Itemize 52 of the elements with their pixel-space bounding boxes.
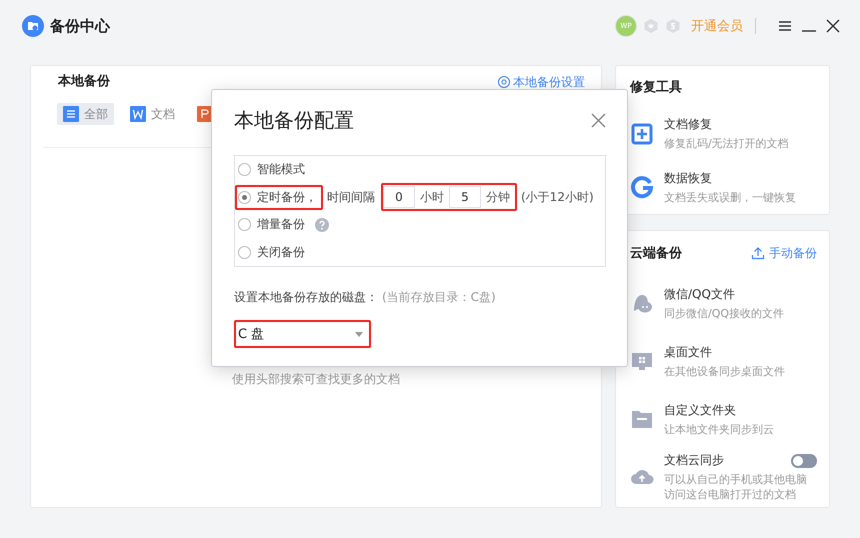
caret-icon — [355, 332, 363, 336]
crown-badge-icon — [643, 18, 659, 34]
section-title: 云端备份 — [630, 245, 683, 262]
item-description: 同步微信/QQ接收的文件 — [664, 306, 786, 320]
radio-option[interactable]: 定时备份， — [235, 184, 323, 210]
section-title: 本地备份 — [58, 75, 111, 89]
filter-tab[interactable]: 文档 — [124, 103, 181, 125]
interval-label: 时间间隔 — [327, 188, 375, 206]
menu-button[interactable] — [778, 19, 792, 33]
disk-label: 设置本地备份存放的磁盘： — [234, 289, 378, 306]
menu-icon — [778, 19, 792, 33]
section-title: 修复工具 — [630, 79, 683, 96]
empty-hint: 使用头部搜索可查找更多的文档 — [231, 371, 401, 388]
item-title[interactable]: 数据恢复 — [664, 170, 712, 187]
document-icon — [130, 106, 146, 122]
help-icon — [315, 218, 329, 232]
radio-option[interactable]: 智能模式 — [235, 157, 311, 182]
current-path-note: (当前存放目录：C盘) — [382, 289, 496, 306]
app-logo-icon — [22, 15, 44, 37]
item-description: 可以从自己的手机或其他电脑访问这台电脑打开过的文档 — [664, 472, 808, 502]
item-title[interactable]: 微信/QQ文件 — [664, 286, 735, 302]
close-icon — [591, 112, 606, 128]
radio-option[interactable]: 增量备份 — [235, 212, 311, 238]
item-description: 修复乱码/无法打开的文档 — [664, 136, 790, 152]
item-title[interactable]: 桌面文件 — [664, 344, 712, 360]
recover-icon — [630, 175, 654, 200]
dialog-title: 本地备份配置 — [234, 106, 355, 134]
toggle-switch[interactable] — [791, 454, 817, 468]
close-icon — [826, 19, 840, 33]
radio-option[interactable]: 关闭备份 — [235, 240, 311, 265]
repair-icon — [630, 122, 654, 146]
hours-field[interactable]: 0 — [383, 186, 415, 208]
unit-label: 小时 — [419, 188, 445, 206]
app-title: 备份中心 — [50, 16, 110, 36]
item-description: 在其他设备同步桌面文件 — [664, 364, 786, 378]
disk-dropdown[interactable]: C 盘 — [234, 320, 371, 348]
manual-backup-link[interactable]: 手动备份 — [751, 244, 817, 262]
gear-icon — [498, 76, 510, 88]
item-title[interactable]: 自定义文件夹 — [664, 402, 736, 418]
upload-icon — [751, 246, 765, 260]
item-description: 让本地文件夹同步到云 — [664, 422, 775, 436]
item-title[interactable]: 文档修复 — [664, 116, 712, 134]
unit-label: 分钟 — [485, 188, 511, 206]
settings-link[interactable]: 本地备份设置 — [498, 75, 585, 89]
coin-badge-icon — [665, 18, 681, 34]
item-title[interactable]: 文档云同步 — [664, 452, 724, 469]
minutes-field[interactable]: 5 — [449, 186, 481, 208]
close-button[interactable] — [826, 19, 840, 33]
item-description: 文档丢失或误删，一键恢复 — [664, 190, 797, 205]
limit-note: (小于12小时) — [521, 188, 594, 206]
list-icon — [63, 106, 79, 122]
minimize-icon — [802, 30, 816, 32]
